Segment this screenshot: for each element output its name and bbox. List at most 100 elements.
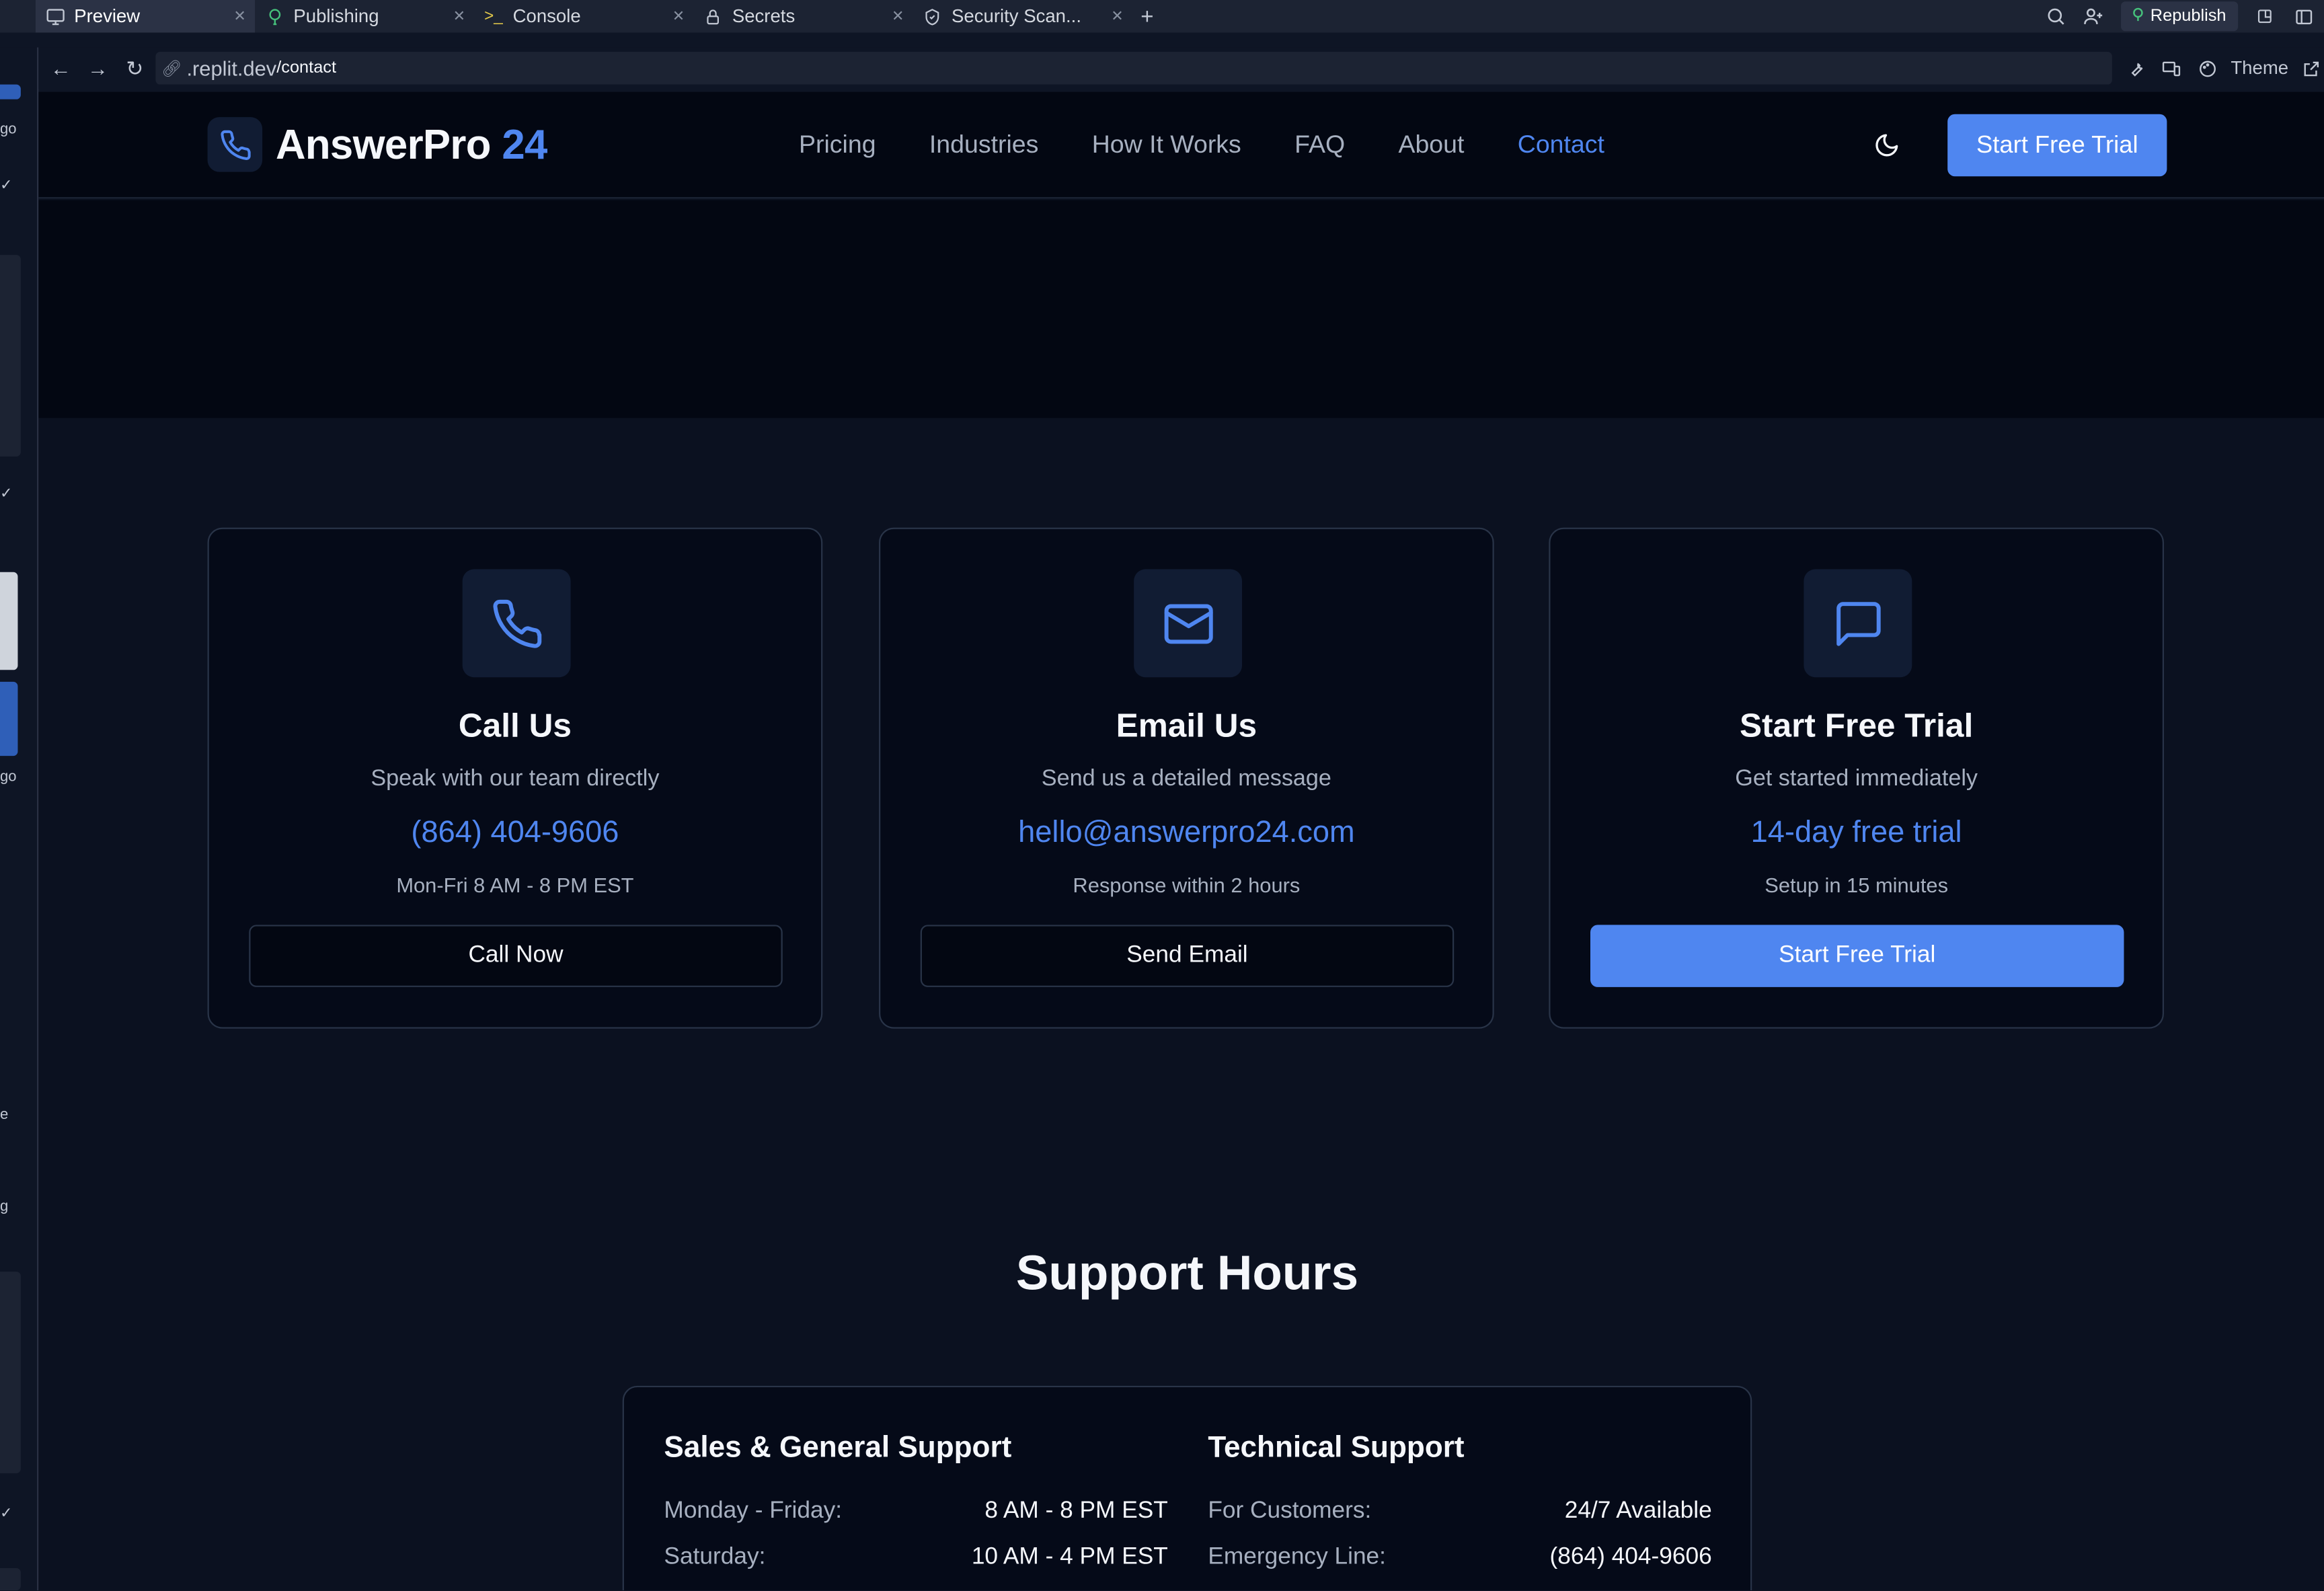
nav-about[interactable]: About — [1398, 130, 1464, 160]
tab-preview[interactable]: Preview ✕ — [35, 0, 256, 33]
sales-support-column: Sales & General Support Monday - Friday:… — [664, 1432, 1167, 1590]
card-subtitle: Send us a detailed message — [1041, 766, 1331, 791]
contact-card-trial: Start Free Trial Get started immediately… — [1549, 527, 2164, 1029]
rail-panel[interactable] — [0, 1567, 21, 1590]
palette-icon[interactable] — [2195, 56, 2218, 80]
close-icon[interactable]: ✕ — [672, 8, 685, 24]
close-icon[interactable]: ✕ — [453, 8, 465, 24]
monitor-icon — [44, 6, 65, 27]
phone-icon — [462, 569, 571, 678]
hours-label: Monday - Friday: — [664, 1498, 843, 1524]
rail-selected[interactable] — [0, 681, 18, 756]
nav-contact[interactable]: Contact — [1518, 130, 1604, 160]
tab-secrets[interactable]: Secrets ✕ — [694, 0, 913, 32]
new-tab-plus-icon[interactable]: + — [1132, 4, 1162, 29]
check-icon: ✓ — [0, 1506, 13, 1522]
send-email-button[interactable]: Send Email — [920, 925, 1455, 987]
hero-section — [38, 200, 2324, 418]
trial-highlight: 14-day free trial — [1750, 815, 1962, 849]
close-icon[interactable]: ✕ — [892, 8, 904, 24]
main-nav: Pricing Industries How It Works FAQ Abou… — [799, 130, 1604, 160]
thumbnail[interactable] — [0, 572, 18, 670]
site-header: AnswerPro 24 Pricing Industries How It W… — [38, 91, 2324, 199]
card-subtitle: Speak with our team directly — [371, 766, 660, 791]
nav-industries[interactable]: Industries — [929, 130, 1038, 160]
start-free-trial-button[interactable]: Start Free Trial — [1947, 114, 2167, 177]
left-panel-rail: go ✓ ✓ go e g ✓ — [0, 47, 39, 1590]
rail-item[interactable] — [0, 84, 21, 100]
preview-tools: Theme — [2124, 56, 2324, 80]
lock-icon — [703, 6, 724, 27]
tab-spacer — [0, 0, 36, 32]
invite-user-icon[interactable] — [2082, 5, 2105, 28]
tab-publishing[interactable]: Publishing ✕ — [255, 0, 474, 32]
theme-label[interactable]: Theme — [2231, 58, 2288, 79]
rail-panel[interactable] — [0, 1272, 21, 1473]
phone-icon — [207, 117, 263, 172]
tab-console[interactable]: >_ Console ✕ — [474, 0, 693, 32]
shield-icon — [922, 6, 943, 27]
logo-number: 24 — [502, 120, 547, 167]
back-arrow-icon[interactable]: ← — [46, 53, 75, 83]
url-path: /contact — [276, 59, 337, 77]
rail-label: go — [0, 769, 17, 786]
support-hours-card: Sales & General Support Monday - Friday:… — [622, 1385, 1752, 1590]
card-title: Start Free Trial — [1739, 707, 1974, 744]
reload-icon[interactable]: ↻ — [120, 53, 149, 83]
workspace-tab-bar: Preview ✕ Publishing ✕ >_ Console ✕ Secr… — [0, 0, 2324, 33]
moon-icon[interactable] — [1873, 132, 1900, 159]
preview-url-bar: ← → ↻ 🔗︎ .replit.dev/contact Theme — [38, 47, 2324, 89]
nav-faq[interactable]: FAQ — [1294, 130, 1345, 160]
workspace-actions: Republish — [2044, 0, 2324, 32]
hours-label: Saturday: — [664, 1544, 766, 1570]
hours-row: Emergency Line: (864) 404-9606 — [1208, 1545, 1711, 1571]
hours-value: 24/7 Available — [1564, 1498, 1712, 1524]
devices-icon[interactable] — [2160, 56, 2183, 80]
mail-icon — [1134, 569, 1243, 678]
tab-label: Secrets — [732, 5, 796, 27]
nav-how-it-works[interactable]: How It Works — [1092, 130, 1241, 160]
support-hours-title: Support Hours — [1015, 1245, 1359, 1300]
logo-wordmark: AnswerPro 24 — [276, 121, 547, 169]
rail-panel[interactable] — [0, 255, 21, 457]
search-icon[interactable] — [2044, 5, 2067, 28]
card-note: Setup in 15 minutes — [1765, 873, 1949, 897]
technical-support-column: Technical Support For Customers: 24/7 Av… — [1208, 1432, 1711, 1590]
hours-value: 8 AM - 8 PM EST — [984, 1498, 1168, 1524]
call-now-button[interactable]: Call Now — [249, 925, 783, 987]
logo-name: AnswerPro — [275, 120, 492, 167]
phone-number-link[interactable]: (864) 404-9606 — [209, 815, 821, 851]
card-subtitle: Get started immediately — [1735, 766, 1978, 791]
url-input[interactable]: 🔗︎ .replit.dev/contact — [155, 52, 2113, 85]
pane-icon[interactable] — [2253, 5, 2276, 28]
card-note: Mon-Fri 8 AM - 8 PM EST — [396, 873, 634, 897]
hours-value[interactable]: (864) 404-9606 — [1550, 1545, 1712, 1571]
tab-security-scan[interactable]: Security Scan... ✕ — [913, 0, 1132, 32]
republish-button[interactable]: Republish — [2120, 1, 2239, 32]
rail-label: go — [0, 121, 17, 138]
tab-label: Console — [512, 5, 581, 27]
message-square-icon — [1804, 569, 1912, 678]
url-domain: .replit.dev — [186, 56, 277, 81]
email-link[interactable]: hello@answerpro24.com — [880, 815, 1492, 851]
check-icon: ✓ — [0, 486, 13, 503]
hours-value: 10 AM - 4 PM EST — [971, 1544, 1168, 1570]
card-title: Call Us — [458, 707, 572, 744]
hours-label: Emergency Line: — [1208, 1544, 1386, 1570]
site-logo[interactable]: AnswerPro 24 — [207, 117, 547, 172]
rail-label: e — [0, 1107, 9, 1124]
wrench-icon[interactable] — [2124, 56, 2148, 80]
hours-row: Monday - Friday: 8 AM - 8 PM EST — [664, 1498, 1167, 1525]
card-note: Response within 2 hours — [1073, 873, 1301, 897]
nav-pricing[interactable]: Pricing — [799, 130, 876, 160]
terminal-icon: >_ — [484, 7, 503, 26]
start-free-trial-card-button[interactable]: Start Free Trial — [1590, 925, 2124, 987]
preview-page: AnswerPro 24 Pricing Industries How It W… — [38, 91, 2324, 1590]
sidebar-toggle-icon[interactable] — [2292, 5, 2315, 28]
tab-label: Preview — [74, 5, 141, 27]
hours-row: Saturday: 10 AM - 4 PM EST — [664, 1545, 1167, 1571]
close-icon[interactable]: ✕ — [1111, 8, 1123, 24]
close-icon[interactable]: ✕ — [233, 8, 245, 24]
forward-arrow-icon[interactable]: → — [83, 53, 112, 83]
external-link-icon[interactable] — [2300, 56, 2324, 80]
